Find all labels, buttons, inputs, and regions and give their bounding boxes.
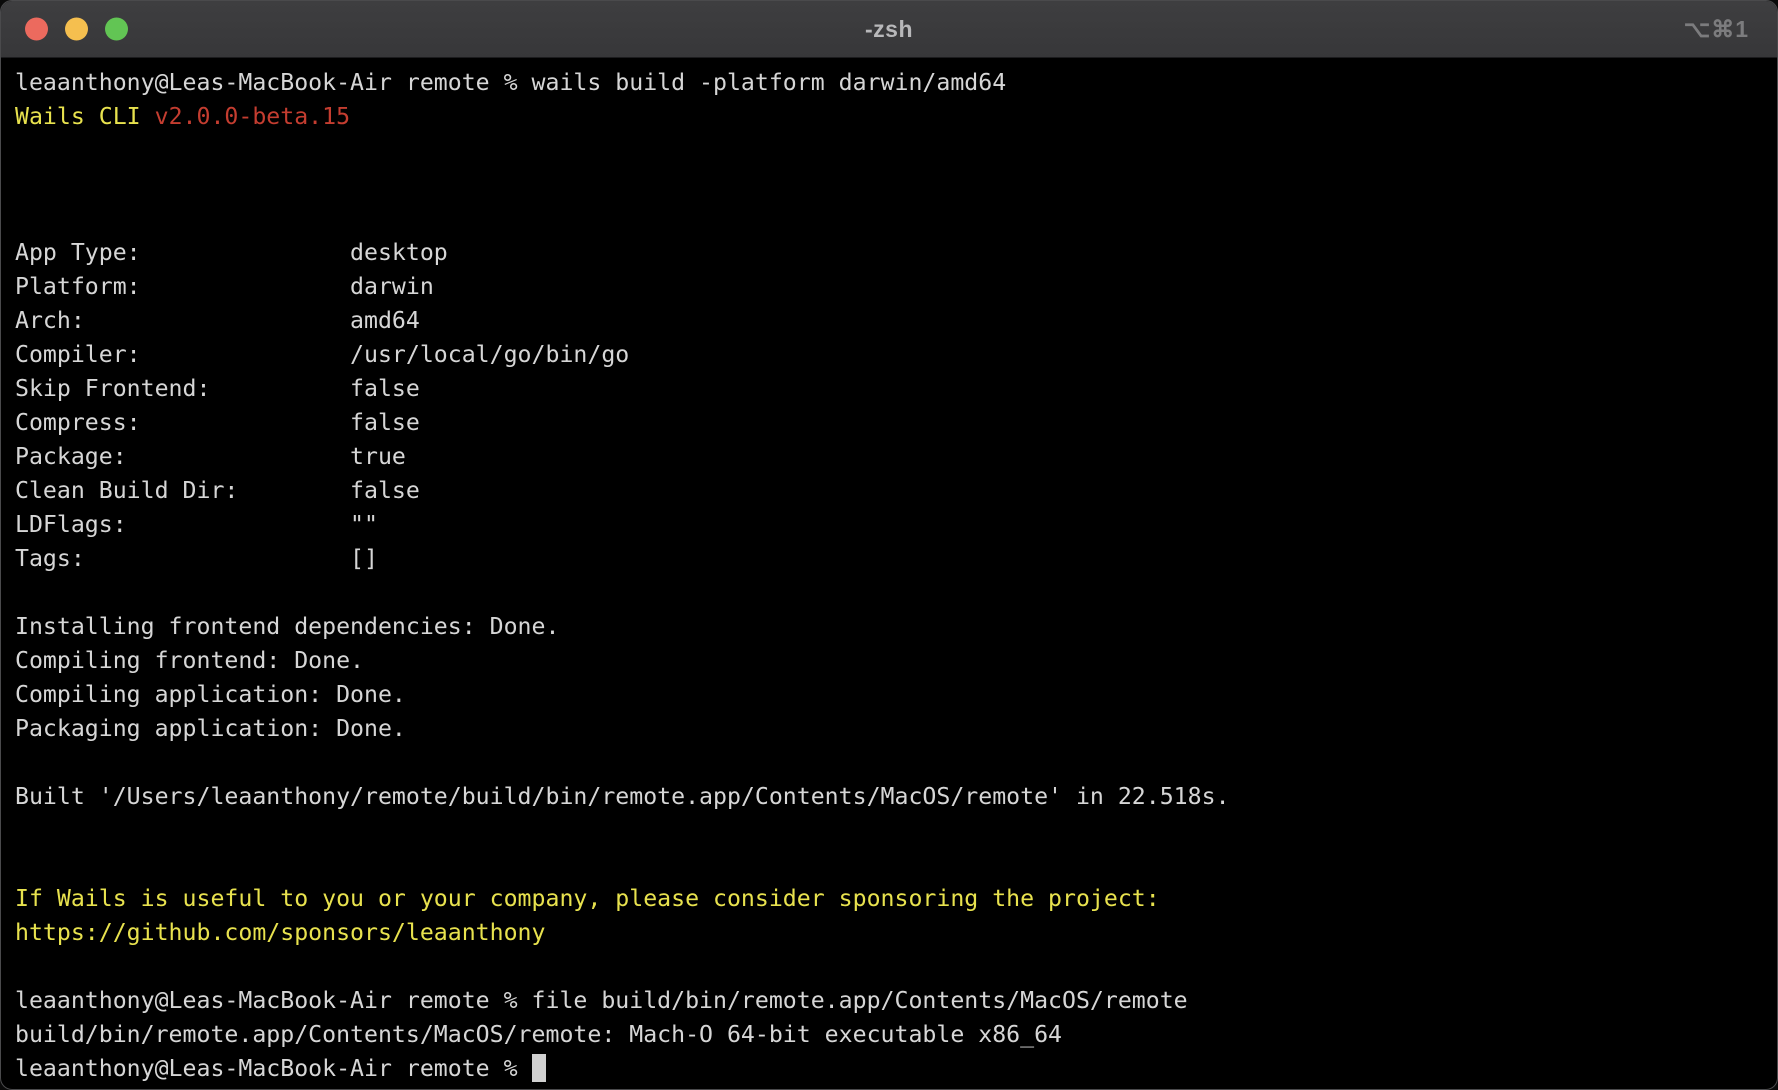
terminal-line: Built '/Users/leaanthony/remote/build/bi… xyxy=(15,780,1763,814)
terminal-line: LDFlags: "" xyxy=(15,508,1763,542)
terminal-cursor xyxy=(532,1054,546,1082)
terminal-text-segment: Compress: false xyxy=(15,409,420,436)
terminal-line xyxy=(15,134,1763,168)
terminal-line: Arch: amd64 xyxy=(15,304,1763,338)
terminal-text-segment: Tags: [] xyxy=(15,545,378,572)
terminal-line: Tags: [] xyxy=(15,542,1763,576)
terminal-text-segment: Packaging application: Done. xyxy=(15,715,406,742)
terminal-line: Compiler: /usr/local/go/bin/go xyxy=(15,338,1763,372)
window-titlebar[interactable]: -zsh ⌥⌘1 xyxy=(1,1,1777,58)
terminal-text-segment: leaanthony@Leas-MacBook-Air remote % fil… xyxy=(15,987,1188,1014)
terminal-text-segment: Compiler: /usr/local/go/bin/go xyxy=(15,341,629,368)
terminal-text-segment: Built '/Users/leaanthony/remote/build/bi… xyxy=(15,783,1230,810)
terminal-window: -zsh ⌥⌘1 leaanthony@Leas-MacBook-Air rem… xyxy=(0,0,1778,1090)
terminal-text-segment: App Type: desktop xyxy=(15,239,448,266)
terminal-text-segment: LDFlags: "" xyxy=(15,511,378,538)
terminal-line: If Wails is useful to you or your compan… xyxy=(15,882,1763,916)
terminal-line xyxy=(15,576,1763,610)
tab-shortcut-hint: ⌥⌘1 xyxy=(1684,16,1749,43)
terminal-line xyxy=(15,950,1763,984)
terminal-line: Packaging application: Done. xyxy=(15,712,1763,746)
terminal-line: leaanthony@Leas-MacBook-Air remote % fil… xyxy=(15,984,1763,1018)
terminal-text-segment: Installing frontend dependencies: Done. xyxy=(15,613,559,640)
terminal-line: Wails CLI v2.0.0-beta.15 xyxy=(15,100,1763,134)
terminal-text-segment: https://github.com/sponsors/leaanthony xyxy=(15,919,545,946)
terminal-line xyxy=(15,746,1763,780)
terminal-line xyxy=(15,814,1763,848)
terminal-text-segment: If Wails is useful to you or your compan… xyxy=(15,885,1160,912)
terminal-text-segment: v2.0.0-beta.15 xyxy=(155,103,350,130)
terminal-line: Package: true xyxy=(15,440,1763,474)
terminal-text-segment: leaanthony@Leas-MacBook-Air remote % xyxy=(15,1055,532,1082)
terminal-line: Compiling application: Done. xyxy=(15,678,1763,712)
terminal-text-segment: Arch: amd64 xyxy=(15,307,420,334)
terminal-line: Installing frontend dependencies: Done. xyxy=(15,610,1763,644)
terminal-line: Platform: darwin xyxy=(15,270,1763,304)
terminal-line: https://github.com/sponsors/leaanthony xyxy=(15,916,1763,950)
terminal-line: Compress: false xyxy=(15,406,1763,440)
terminal-text-segment: build/bin/remote.app/Contents/MacOS/remo… xyxy=(15,1021,1062,1048)
terminal-line: Skip Frontend: false xyxy=(15,372,1763,406)
terminal-line: Compiling frontend: Done. xyxy=(15,644,1763,678)
terminal-line: Clean Build Dir: false xyxy=(15,474,1763,508)
terminal-line: App Type: desktop xyxy=(15,236,1763,270)
terminal-line: leaanthony@Leas-MacBook-Air remote % xyxy=(15,1052,1763,1086)
terminal-text-segment: Compiling frontend: Done. xyxy=(15,647,364,674)
terminal-text-segment: Wails CLI xyxy=(15,103,155,130)
terminal-line xyxy=(15,202,1763,236)
terminal-text-segment: Package: true xyxy=(15,443,406,470)
terminal-text-segment: Compiling application: Done. xyxy=(15,681,406,708)
terminal-text-segment: Skip Frontend: false xyxy=(15,375,420,402)
terminal-text-segment: leaanthony@Leas-MacBook-Air remote % wai… xyxy=(15,69,1006,96)
terminal-line: leaanthony@Leas-MacBook-Air remote % wai… xyxy=(15,66,1763,100)
terminal-line: build/bin/remote.app/Contents/MacOS/remo… xyxy=(15,1018,1763,1052)
terminal-line xyxy=(15,168,1763,202)
window-title: -zsh xyxy=(1,16,1777,43)
terminal-line xyxy=(15,848,1763,882)
terminal-text-segment: Platform: darwin xyxy=(15,273,434,300)
terminal-text-segment: Clean Build Dir: false xyxy=(15,477,420,504)
terminal-output[interactable]: leaanthony@Leas-MacBook-Air remote % wai… xyxy=(1,58,1777,1086)
